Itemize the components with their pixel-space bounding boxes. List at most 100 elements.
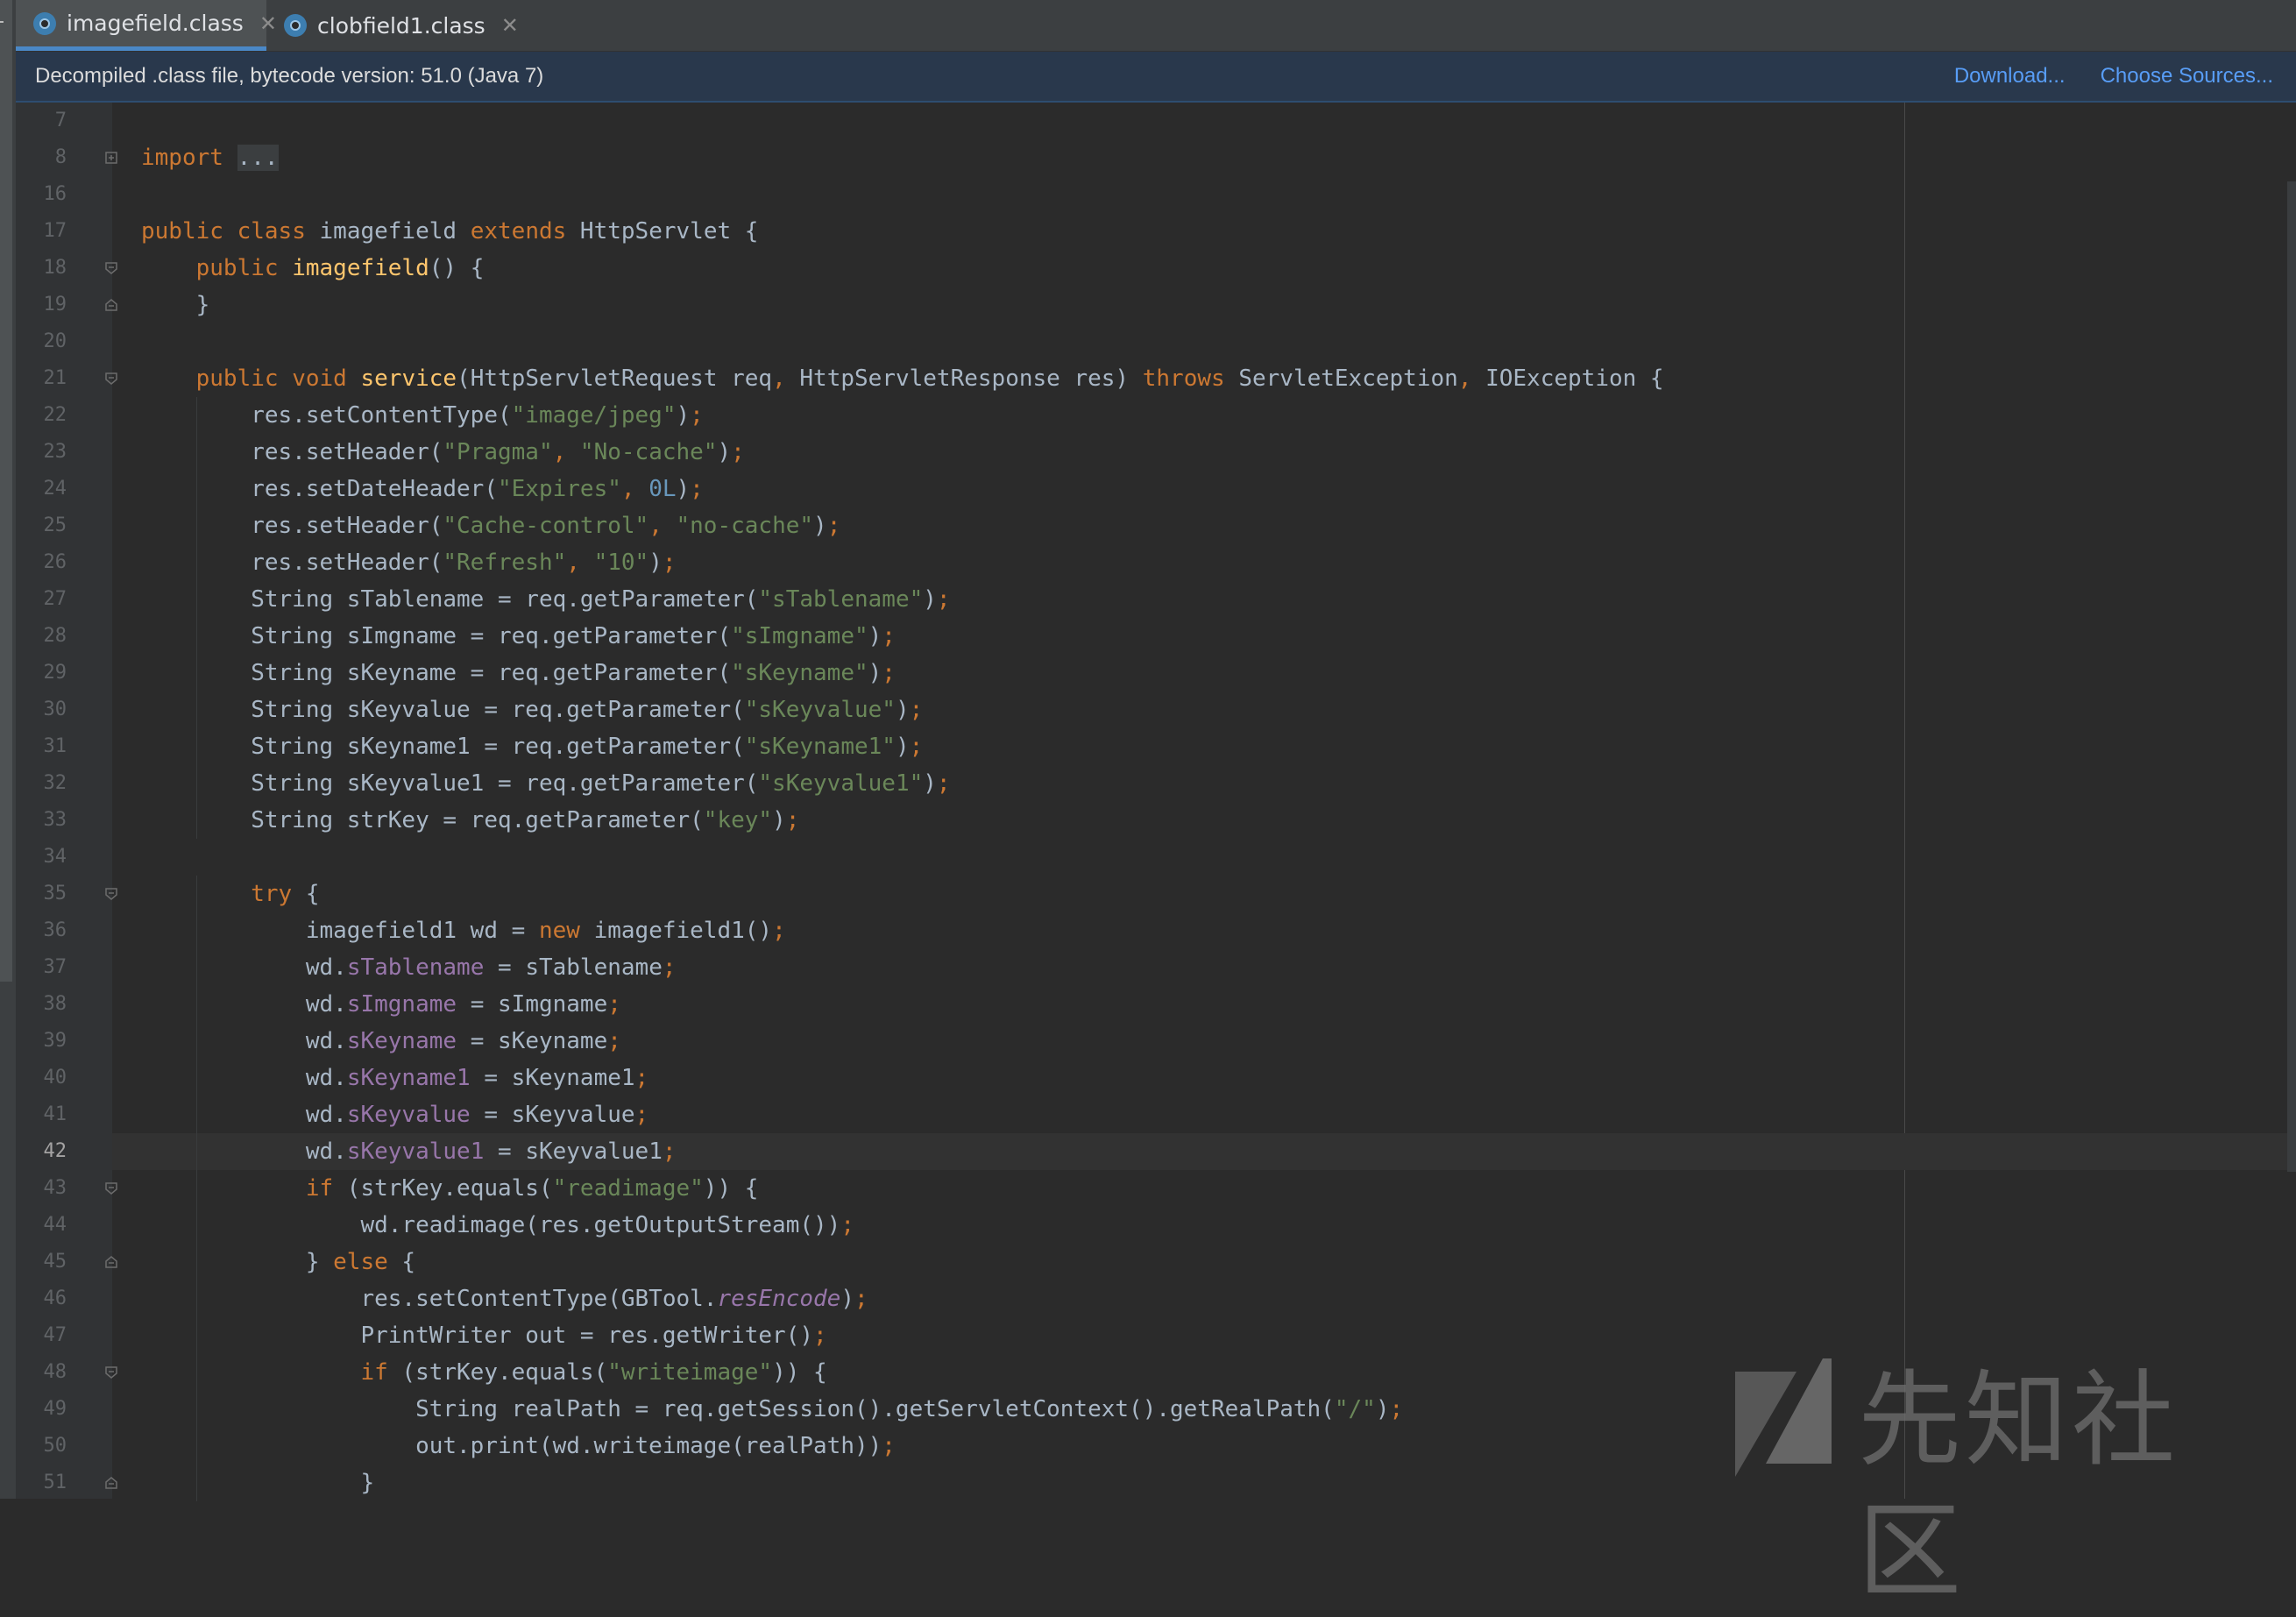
gutter-line[interactable]: 49 — [16, 1391, 112, 1428]
code-line[interactable] — [112, 103, 2296, 139]
code-line[interactable]: String sTablename = req.getParameter("sT… — [112, 581, 2296, 618]
gutter-line[interactable]: 36 — [16, 912, 112, 949]
gutter-line[interactable]: 34 — [16, 839, 112, 876]
gutter-line[interactable]: 32 — [16, 765, 112, 802]
gutter-line[interactable]: 46 — [16, 1280, 112, 1317]
gutter-line[interactable]: 44 — [16, 1207, 112, 1244]
code-text: String strKey = req.getParameter("key"); — [141, 807, 800, 833]
code-line[interactable]: res.setDateHeader("Expires", 0L); — [112, 471, 2296, 507]
gutter-line[interactable]: 35 — [16, 876, 117, 912]
code-line[interactable]: res.setHeader("Refresh", "10"); — [112, 544, 2296, 581]
code-line[interactable]: wd.readimage(res.getOutputStream()); — [112, 1207, 2296, 1244]
code-line[interactable]: res.setHeader("Cache-control", "no-cache… — [112, 507, 2296, 544]
code-line[interactable]: res.setHeader("Pragma", "No-cache"); — [112, 434, 2296, 471]
gutter-line[interactable]: 26 — [16, 544, 112, 581]
line-number: 33 — [43, 809, 67, 831]
close-icon[interactable]: ✕ — [501, 13, 519, 38]
indent-guide — [195, 397, 197, 434]
code-text: wd.sKeyname = sKeyname; — [141, 1028, 621, 1054]
gutter-line[interactable]: 41 — [16, 1096, 112, 1133]
gutter-line[interactable]: 7 — [16, 103, 112, 139]
code-text: } — [141, 292, 210, 318]
vertical-scrollbar[interactable] — [2287, 181, 2296, 1172]
tab-clobfield1-class[interactable]: clobfield1.class ✕ — [266, 0, 521, 51]
code-line[interactable]: wd.sKeyvalue = sKeyvalue; — [112, 1096, 2296, 1133]
indent-guide — [195, 876, 197, 912]
code-line[interactable] — [112, 176, 2296, 213]
line-number: 39 — [43, 1030, 67, 1052]
code-area[interactable]: import ... public class imagefield extend… — [112, 103, 2296, 1501]
gutter-line[interactable]: 33 — [16, 802, 112, 839]
code-line[interactable]: imagefield1 wd = new imagefield1(); — [112, 912, 2296, 949]
gutter-line[interactable]: 39 — [16, 1023, 112, 1060]
download-link[interactable]: Download... — [1954, 64, 2066, 89]
gutter-line[interactable]: 40 — [16, 1060, 112, 1096]
code-line[interactable]: wd.sImgname = sImgname; — [112, 986, 2296, 1023]
gutter-line[interactable]: 43 — [16, 1170, 117, 1207]
line-number: 17 — [43, 220, 67, 242]
choose-sources-link[interactable]: Choose Sources... — [2101, 64, 2273, 89]
gutter-line[interactable]: 51 — [16, 1465, 117, 1501]
left-scroll-thumb[interactable] — [0, 0, 12, 982]
gutter-line[interactable]: 31 — [16, 728, 112, 765]
code-line[interactable]: wd.sKeyname1 = sKeyname1; — [112, 1060, 2296, 1096]
gutter-line[interactable]: 50 — [16, 1428, 112, 1465]
gutter-line[interactable]: 8 — [16, 139, 117, 176]
gutter-line[interactable]: 45 — [16, 1244, 117, 1280]
gutter-line[interactable]: 37 — [16, 949, 112, 986]
code-line[interactable]: wd.sKeyname = sKeyname; — [112, 1023, 2296, 1060]
gutter-line[interactable]: 48 — [16, 1354, 117, 1391]
code-line[interactable]: String sKeyvalue = req.getParameter("sKe… — [112, 691, 2296, 728]
gutter-line[interactable]: 17 — [16, 213, 112, 250]
code-line[interactable]: } else { — [112, 1244, 2296, 1280]
code-line[interactable]: import ... — [112, 139, 2296, 176]
code-line[interactable]: res.setContentType("image/jpeg"); — [112, 397, 2296, 434]
gutter-line[interactable]: 47 — [16, 1317, 112, 1354]
gutter-line[interactable]: 27 — [16, 581, 112, 618]
gutter-line[interactable]: 30 — [16, 691, 112, 728]
code-line[interactable]: try { — [112, 876, 2296, 912]
code-line[interactable]: } — [112, 287, 2296, 323]
code-text: wd.sTablename = sTablename; — [141, 954, 677, 981]
code-text: if (strKey.equals("writeimage")) { — [360, 1359, 827, 1386]
line-number-gutter[interactable]: 7 8 16 17 18 19 20 21 22 23 24 25 26 27 28 29 30 31 32 33 34… — [16, 103, 117, 1501]
code-line[interactable]: public imagefield() { — [112, 250, 2296, 287]
code-line[interactable]: if (strKey.equals("readimage")) { — [112, 1170, 2296, 1207]
gutter-line[interactable]: 23 — [16, 434, 112, 471]
code-line[interactable]: public void service(HttpServletRequest r… — [112, 360, 2296, 397]
gutter-line[interactable]: 24 — [16, 471, 112, 507]
gutter-line[interactable]: 25 — [16, 507, 112, 544]
tab-imagefield-class[interactable]: imagefield.class ✕ — [16, 0, 277, 51]
indent-guide — [195, 691, 197, 728]
indent-guide — [195, 1170, 197, 1207]
code-line[interactable]: wd.sTablename = sTablename; — [112, 949, 2296, 986]
code-line[interactable]: String sImgname = req.getParameter("sImg… — [112, 618, 2296, 655]
gutter-line[interactable]: 29 — [16, 655, 112, 691]
code-line[interactable]: wd.sKeyvalue1 = sKeyvalue1; — [112, 1133, 2296, 1170]
gutter-line[interactable]: 16 — [16, 176, 112, 213]
code-line[interactable]: String sKeyname = req.getParameter("sKey… — [112, 655, 2296, 691]
gutter-line[interactable]: 42 — [16, 1133, 112, 1170]
gutter-line[interactable]: 20 — [16, 323, 112, 360]
line-number: 38 — [43, 993, 67, 1015]
code-editor[interactable]: 7 8 16 17 18 19 20 21 22 23 24 25 26 27 28 29 30 31 32 33 34… — [16, 103, 2296, 1501]
code-line[interactable]: String strKey = req.getParameter("key"); — [112, 802, 2296, 839]
tab-label: clobfield1.class — [317, 12, 485, 39]
code-line[interactable]: PrintWriter out = res.getWriter(); — [112, 1317, 2296, 1354]
line-number: 35 — [43, 883, 67, 904]
indent-guide — [195, 471, 197, 507]
code-line[interactable]: String sKeyname1 = req.getParameter("sKe… — [112, 728, 2296, 765]
indent-guide — [195, 1280, 197, 1317]
code-line[interactable] — [112, 323, 2296, 360]
gutter-line[interactable]: 19 — [16, 287, 117, 323]
code-line[interactable]: String sKeyvalue1 = req.getParameter("sK… — [112, 765, 2296, 802]
code-line[interactable]: public class imagefield extends HttpServ… — [112, 213, 2296, 250]
code-line[interactable] — [112, 839, 2296, 876]
gutter-line[interactable]: 18 — [16, 250, 117, 287]
gutter-line[interactable]: 28 — [16, 618, 112, 655]
gutter-line[interactable]: 21 — [16, 360, 117, 397]
code-text: String sKeyname = req.getParameter("sKey… — [141, 660, 896, 686]
code-line[interactable]: res.setContentType(GBTool.resEncode); — [112, 1280, 2296, 1317]
gutter-line[interactable]: 22 — [16, 397, 112, 434]
gutter-line[interactable]: 38 — [16, 986, 112, 1023]
